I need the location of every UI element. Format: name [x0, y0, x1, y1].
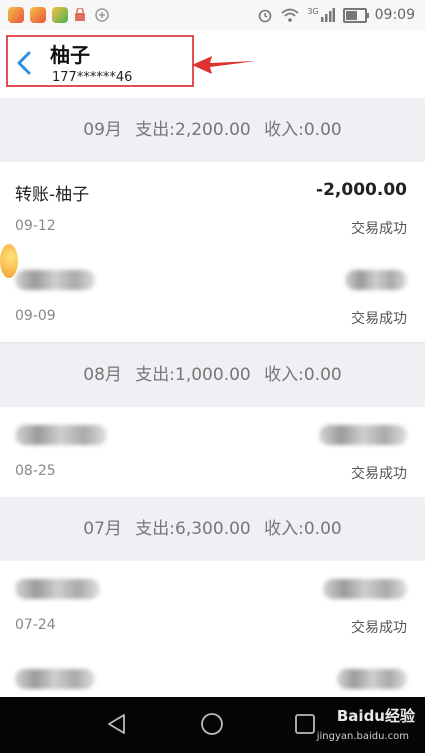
month-label: 09月 — [83, 120, 122, 140]
month-summary-08: 08月 支出:1,000.00 收入:0.00 — [0, 343, 425, 407]
month-summary-09: 09月 支出:2,200.00 收入:0.00 — [0, 98, 425, 162]
transaction-row[interactable]: 07-24 交易成功 — [0, 561, 425, 652]
transaction-row[interactable] — [0, 651, 425, 697]
transaction-date: 08-25 — [15, 463, 56, 479]
app-icon-3 — [52, 7, 68, 23]
notification-icon — [75, 8, 85, 21]
transaction-date: 09-12 — [15, 218, 56, 234]
income-total: 收入:0.00 — [264, 120, 342, 140]
network-type: 3G — [307, 6, 319, 16]
transaction-status: 交易成功 — [351, 466, 407, 482]
transaction-row[interactable]: 08-25 交易成功 — [0, 407, 425, 498]
watermark-brand: Baidu经验 — [336, 707, 415, 725]
transaction-status: 交易成功 — [351, 221, 407, 237]
signal-icon — [320, 8, 335, 22]
month-label: 07月 — [83, 519, 122, 539]
battery-icon — [342, 7, 369, 23]
blurred-title — [15, 579, 100, 599]
blurred-amount — [345, 270, 407, 290]
blurred-title — [15, 669, 95, 689]
nav-recent-icon[interactable] — [294, 712, 316, 736]
transaction-row[interactable]: 转账-柚子 -2,000.00 09-12 交易成功 — [0, 162, 425, 253]
status-bar: 3G 09:09 — [0, 0, 425, 30]
transaction-status: 交易成功 — [351, 311, 407, 327]
annotation-arrow — [192, 56, 256, 74]
month-label: 08月 — [83, 365, 122, 385]
expense-total: 支出:2,200.00 — [135, 120, 251, 140]
month-summary-07: 07月 支出:6,300.00 收入:0.00 — [0, 497, 425, 561]
income-total: 收入:0.00 — [264, 519, 342, 539]
nav-back-icon[interactable] — [105, 712, 127, 736]
app-icon-2 — [30, 7, 46, 23]
transaction-date: 09-09 — [15, 308, 56, 324]
blurred-amount — [337, 669, 407, 689]
alarm-icon — [259, 9, 272, 23]
annotation-box — [6, 35, 194, 87]
income-total: 收入:0.00 — [264, 365, 342, 385]
blurred-amount — [319, 425, 407, 445]
watermark-url: jingyan.baidu.com — [316, 731, 409, 742]
blurred-amount — [323, 579, 407, 599]
expense-total: 支出:6,300.00 — [135, 519, 251, 539]
blurred-title — [15, 270, 95, 290]
wifi-icon — [281, 8, 299, 22]
sync-icon — [95, 8, 109, 22]
blurred-title — [15, 425, 107, 445]
expense-total: 支出:1,000.00 — [135, 365, 251, 385]
nav-home-icon[interactable] — [200, 712, 224, 736]
clock: 09:09 — [374, 7, 415, 23]
transaction-amount: -2,000.00 — [316, 180, 407, 200]
transaction-row[interactable]: 09-09 交易成功 — [0, 252, 425, 343]
transaction-title: 转账-柚子 — [15, 185, 90, 205]
transaction-status: 交易成功 — [351, 620, 407, 636]
app-icon-1 — [8, 7, 24, 23]
transaction-date: 07-24 — [15, 617, 56, 633]
balloon-decoration — [0, 244, 18, 278]
